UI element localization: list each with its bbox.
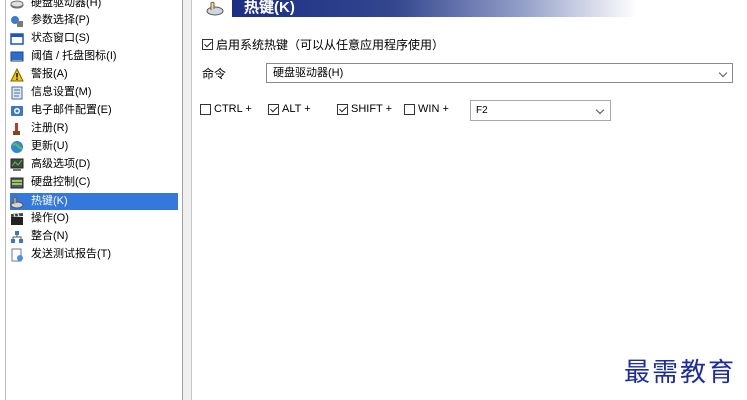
alt-modifier[interactable]: ALT +: [268, 103, 311, 115]
integration-icon: [10, 230, 24, 244]
hotkey-key-value: F2: [476, 105, 488, 116]
hotkey-key-dropdown[interactable]: F2: [470, 100, 611, 121]
shift-label: SHIFT +: [351, 103, 393, 115]
sidebar-item-update[interactable]: 更新(U): [10, 138, 71, 155]
sidebar-item-info-settings[interactable]: 信息设置(M): [10, 84, 95, 101]
chevron-down-icon: [718, 68, 728, 78]
win-checkbox[interactable]: [404, 103, 415, 115]
sidebar-item-label: 状态窗口(S): [31, 32, 90, 44]
sidebar-item-label: 发送测试报告(T): [31, 248, 112, 260]
sidebar-item-alerts[interactable]: 警报(A): [10, 66, 71, 83]
hotkey-hand-icon: [10, 195, 24, 209]
command-label: 命令: [202, 67, 227, 81]
sidebar-item-label: 整合(N): [31, 230, 69, 242]
sidebar-item-preferences[interactable]: 参数选择(P): [10, 12, 93, 29]
chevron-down-icon: [595, 105, 605, 115]
enable-hotkeys-option[interactable]: 启用系统热键（可以从任意应用程序使用）: [202, 36, 444, 53]
actions-clapper-icon: [10, 212, 24, 226]
sidebar-item-label: 硬盘驱动器(H): [31, 0, 102, 9]
sidebar-item-label: 电子邮件配置(E): [31, 104, 112, 116]
sidebar-item-send-report[interactable]: 发送测试报告(T): [10, 246, 114, 263]
sidebar-item-label: 硬盘控制(C): [31, 176, 91, 188]
tray-icon: [10, 50, 24, 64]
advanced-icon: [10, 158, 24, 172]
hotkey-hand-icon: [206, 0, 224, 16]
command-dropdown[interactable]: 硬盘驱动器(H): [266, 63, 733, 83]
enable-hotkeys-checkbox[interactable]: [202, 39, 213, 50]
sidebar-item-threshold-tray[interactable]: 阈值 / 托盘图标(I): [10, 48, 120, 65]
sidebar-item-status-window[interactable]: 状态窗口(S): [10, 30, 93, 47]
sidebar-item-label: 信息设置(M): [31, 86, 92, 98]
shift-modifier[interactable]: SHIFT +: [337, 103, 392, 115]
win-label: WIN +: [418, 103, 449, 115]
send-report-icon: [10, 248, 24, 262]
ctrl-label: CTRL +: [214, 103, 252, 115]
sidebar-tree: 硬盘驱动器(H) 参数选择(P) 状态窗口(S) 阈值 / 托盘图标(I) 警报…: [0, 0, 183, 400]
sidebar-item-label: 热键(K): [31, 195, 68, 207]
panel-title: 热键(K): [244, 0, 295, 16]
email-icon: [10, 104, 24, 118]
disk-control-icon: [10, 176, 24, 190]
status-window-icon: [10, 32, 24, 46]
shift-checkbox[interactable]: [337, 103, 348, 115]
sidebar-item-label: 高级选项(D): [31, 158, 91, 170]
register-icon: [10, 122, 24, 136]
preferences-icon: [10, 14, 24, 28]
sidebar-item-disk-control[interactable]: 硬盘控制(C): [10, 174, 93, 191]
sidebar-item-label: 阈值 / 托盘图标(I): [31, 50, 117, 62]
sidebar-item-label: 参数选择(P): [31, 14, 90, 26]
hard-drive-icon: [10, 0, 24, 11]
watermark-text: 最需教育: [624, 358, 737, 388]
sidebar-item-label: 操作(O): [31, 212, 69, 224]
sidebar-item-register[interactable]: 注册(R): [10, 120, 71, 137]
alt-checkbox[interactable]: [268, 103, 279, 115]
sidebar-item-integration[interactable]: 整合(N): [10, 228, 71, 245]
tree-edge-line: [5, 0, 6, 400]
win-modifier[interactable]: WIN +: [404, 103, 449, 115]
update-globe-icon: [10, 140, 24, 154]
ctrl-checkbox[interactable]: [200, 103, 211, 115]
sidebar-item-hard-drive[interactable]: 硬盘驱动器(H): [10, 0, 104, 12]
sidebar-item-actions[interactable]: 操作(O): [10, 210, 72, 227]
sidebar-item-label: 警报(A): [31, 68, 68, 80]
ctrl-modifier[interactable]: CTRL +: [200, 103, 252, 115]
sidebar-item-email-config[interactable]: 电子邮件配置(E): [10, 102, 115, 119]
info-settings-icon: [10, 86, 24, 100]
sidebar-item-hotkey[interactable]: 热键(K): [10, 193, 178, 210]
panel-header: 热键(K): [232, 0, 637, 17]
sidebar-item-advanced[interactable]: 高级选项(D): [10, 156, 93, 173]
sidebar-item-label: 注册(R): [31, 122, 69, 134]
hotkey-settings-panel: 热键(K) 启用系统热键（可以从任意应用程序使用） 命令 硬盘驱动器(H) CT…: [191, 0, 747, 400]
command-value: 硬盘驱动器(H): [273, 67, 344, 79]
enable-hotkeys-label: 启用系统热键（可以从任意应用程序使用）: [216, 38, 445, 52]
warning-icon: [10, 67, 24, 82]
sidebar-item-label: 更新(U): [31, 140, 69, 152]
alt-label: ALT +: [282, 103, 311, 115]
